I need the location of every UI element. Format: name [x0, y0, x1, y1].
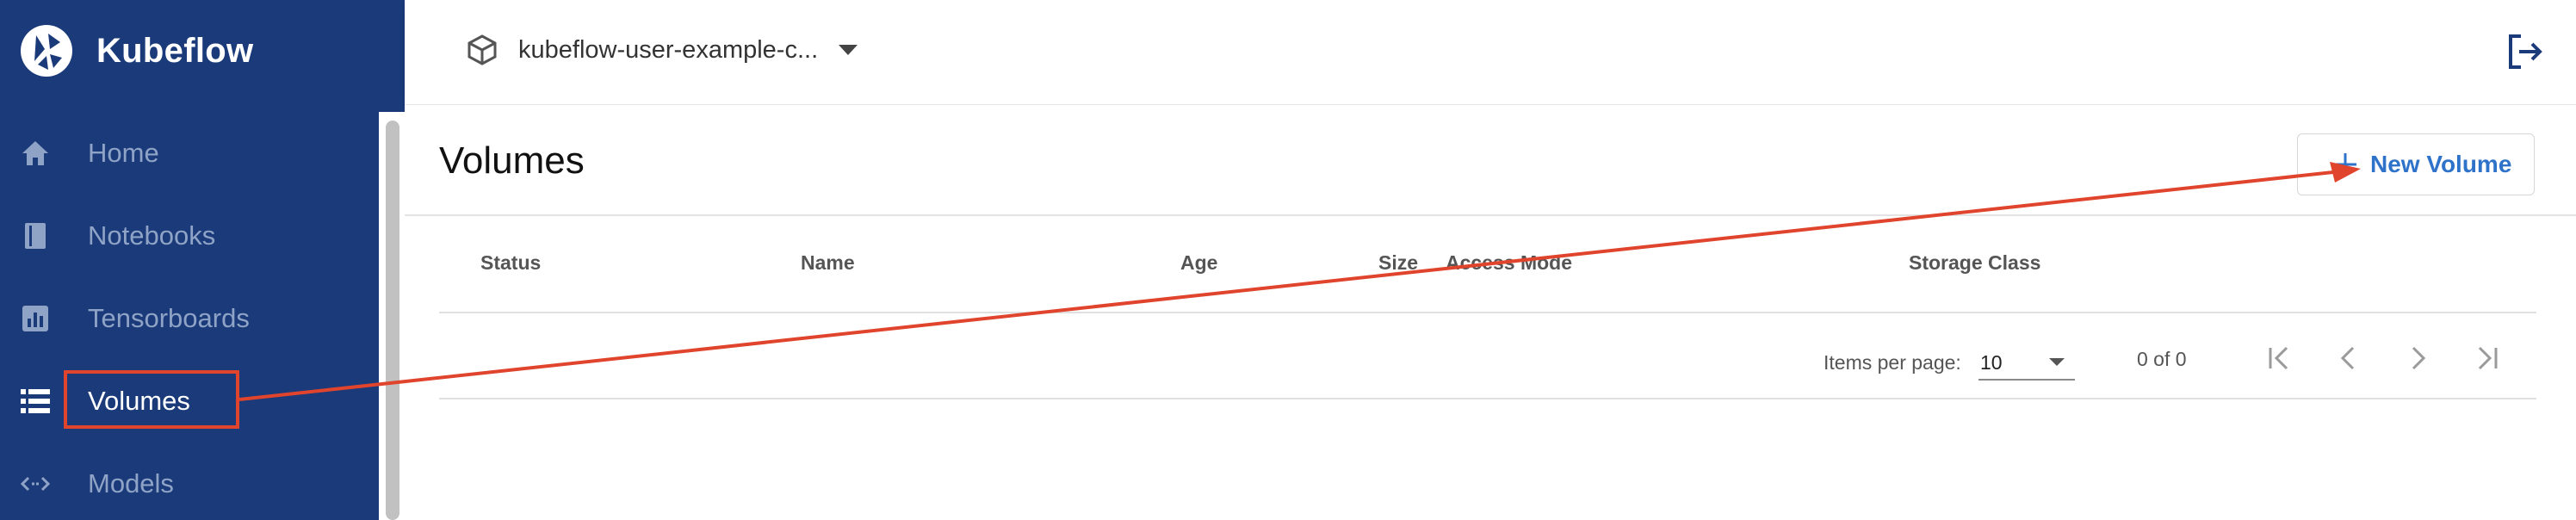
chevron-down-icon	[2049, 358, 2065, 366]
chart-icon	[19, 302, 52, 335]
column-header-size[interactable]: Size	[1378, 251, 1418, 275]
brand[interactable]: Kubeflow	[19, 21, 253, 81]
paginator: Items per page: 10 0 of 0	[405, 337, 2576, 389]
column-header-access-mode[interactable]: Access Mode	[1446, 251, 1572, 275]
namespace-selector[interactable]: kubeflow-user-example-c...	[467, 24, 858, 76]
annotation-highlight-box	[64, 370, 239, 429]
page-range-label: 0 of 0	[2137, 348, 2187, 370]
app-root: Kubeflow Home Notebooks Tensorboards Vol	[0, 0, 2576, 520]
main-content: Volumes New Volume Status Name Age Size …	[405, 105, 2576, 520]
namespace-label: kubeflow-user-example-c...	[518, 35, 819, 64]
column-header-storage-class[interactable]: Storage Class	[1909, 251, 2040, 275]
new-volume-button[interactable]: New Volume	[2297, 133, 2535, 195]
table-footer-divider	[439, 398, 2536, 399]
sidebar: Kubeflow Home Notebooks Tensorboards Vol	[0, 0, 405, 520]
items-per-page-value: 10	[1980, 351, 2003, 374]
plus-icon	[2334, 153, 2356, 176]
home-icon	[19, 137, 52, 170]
last-page-icon[interactable]	[2466, 337, 2507, 379]
sidebar-item-models[interactable]: Models	[0, 449, 379, 518]
list-icon	[19, 385, 52, 418]
divider	[405, 214, 2576, 216]
notebook-icon	[19, 220, 52, 252]
items-per-page-label: Items per page:	[1824, 351, 1961, 374]
code-arrows-icon	[19, 467, 52, 500]
kubeflow-logo-icon	[21, 25, 72, 77]
items-per-page-select[interactable]: 10	[1978, 343, 2075, 381]
sidebar-item-notebooks[interactable]: Notebooks	[0, 201, 379, 270]
logout-icon[interactable]	[2504, 31, 2545, 72]
sidebar-item-label: Models	[88, 468, 174, 498]
page-title: Volumes	[439, 139, 585, 182]
sidebar-item-label: Home	[88, 138, 159, 168]
top-bar: kubeflow-user-example-c...	[405, 0, 2576, 105]
column-header-age[interactable]: Age	[1180, 251, 1217, 275]
sidebar-scrollbar-thumb[interactable]	[386, 121, 399, 520]
previous-page-icon[interactable]	[2328, 337, 2369, 379]
sidebar-item-label: Notebooks	[88, 220, 216, 251]
new-volume-label: New Volume	[2370, 151, 2512, 177]
first-page-icon[interactable]	[2259, 337, 2300, 379]
sidebar-item-home[interactable]: Home	[0, 119, 379, 188]
sidebar-item-label: Tensorboards	[88, 303, 250, 333]
chevron-down-icon	[839, 45, 858, 55]
sidebar-item-tensorboards[interactable]: Tensorboards	[0, 284, 379, 353]
column-header-status[interactable]: Status	[480, 251, 541, 275]
column-header-name[interactable]: Name	[801, 251, 855, 275]
next-page-icon[interactable]	[2397, 337, 2438, 379]
table-header-divider	[439, 312, 2536, 313]
app-name: Kubeflow	[96, 31, 254, 70]
cube-icon	[468, 34, 497, 65]
